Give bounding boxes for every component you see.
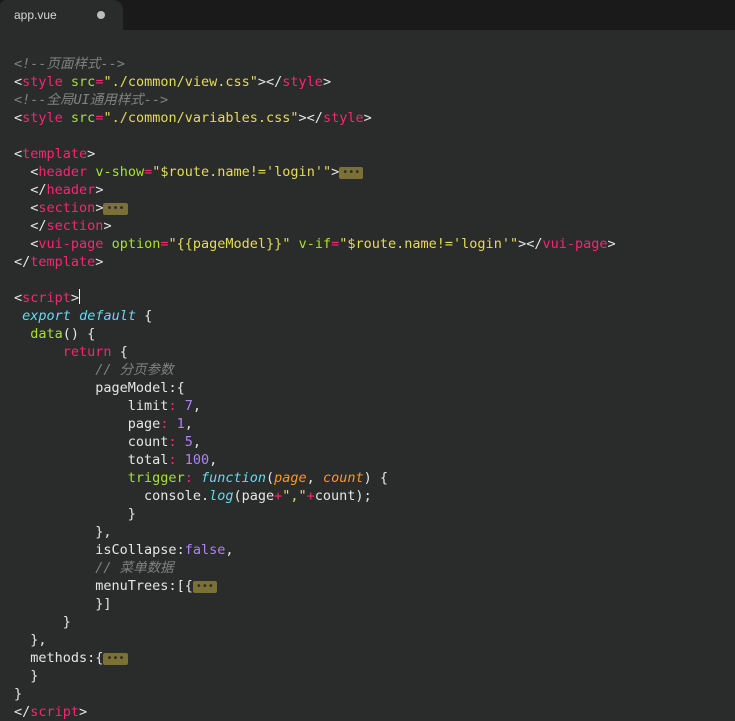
modified-dot-icon <box>97 11 105 19</box>
fold-marker-icon[interactable]: ••• <box>103 203 127 215</box>
fold-marker-icon[interactable]: ••• <box>339 167 363 179</box>
code-editor[interactable]: <!--页面样式--> <style src="./common/view.cs… <box>0 30 735 721</box>
file-tab-app-vue[interactable]: app.vue <box>0 0 123 30</box>
tab-filename: app.vue <box>14 6 57 24</box>
text-cursor-icon <box>79 289 80 304</box>
comment: // 分页参数 <box>95 362 173 378</box>
comment: <!--全局UI通用样式--> <box>14 92 168 108</box>
fold-marker-icon[interactable]: ••• <box>193 581 217 593</box>
comment: // 菜单数据 <box>95 560 173 576</box>
fold-marker-icon[interactable]: ••• <box>103 653 127 665</box>
comment: <!--页面样式--> <box>14 56 125 72</box>
tab-bar: app.vue <box>0 0 735 30</box>
